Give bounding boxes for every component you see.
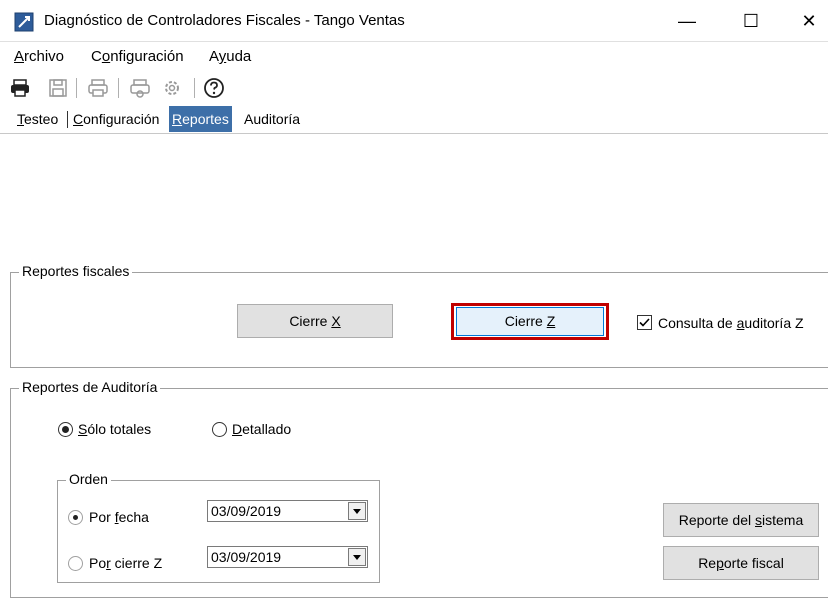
- por-cierre-date-value: 03/09/2019: [211, 549, 282, 565]
- por-fecha-label: Por fecha: [89, 509, 149, 525]
- tab-configuracion[interactable]: Configuración: [70, 106, 162, 132]
- printer-icon[interactable]: [8, 76, 32, 100]
- close-button[interactable]: ✕: [786, 4, 828, 38]
- radio-selected-dot: [73, 515, 78, 520]
- window-title: Diagnóstico de Controladores Fiscales - …: [44, 12, 405, 29]
- dropdown-button[interactable]: [348, 502, 366, 520]
- print-icon[interactable]: [86, 76, 110, 100]
- por-cierre-radio[interactable]: [68, 556, 83, 571]
- por-cierre-label: Por cierre Z: [89, 555, 163, 571]
- detallado-label: Detallado: [232, 421, 292, 437]
- checkmark-icon: [639, 318, 650, 327]
- toolbar-separator: [118, 78, 119, 98]
- chevron-down-icon: [353, 509, 361, 514]
- tab-testeo[interactable]: Testeo: [14, 106, 61, 132]
- consulta-auditoria-label: Consulta de auditoría Z: [658, 315, 804, 331]
- toolbar: [0, 72, 828, 104]
- radio-selected-dot: [62, 426, 69, 433]
- save-icon[interactable]: [46, 76, 70, 100]
- maximize-button[interactable]: ☐: [728, 4, 774, 38]
- detallado-radio[interactable]: [212, 422, 227, 437]
- por-fecha-radio[interactable]: [68, 510, 83, 525]
- tab-auditoria[interactable]: Auditoría: [241, 106, 303, 132]
- por-fecha-date-value: 03/09/2019: [211, 503, 282, 519]
- toolbar-separator: [76, 78, 77, 98]
- menu-bar: Archivo Configuración Ayuda: [0, 44, 828, 70]
- reportes-auditoria-legend: Reportes de Auditoría: [19, 379, 161, 395]
- title-bar: Diagnóstico de Controladores Fiscales - …: [0, 0, 828, 42]
- minimize-button[interactable]: —: [664, 4, 710, 38]
- app-icon: [14, 12, 34, 32]
- toolbar-separator: [194, 78, 195, 98]
- tab-content-border: [0, 133, 828, 134]
- consulta-auditoria-checkbox[interactable]: [637, 315, 652, 330]
- por-cierre-date-select[interactable]: 03/09/2019: [207, 546, 368, 568]
- por-fecha-date-select[interactable]: 03/09/2019: [207, 500, 368, 522]
- menu-configuracion[interactable]: Configuración: [91, 48, 184, 65]
- solo-totales-radio[interactable]: [58, 422, 73, 437]
- reporte-fiscal-button[interactable]: Reporte fiscal: [663, 546, 819, 580]
- cierre-x-button[interactable]: Cierre X: [237, 304, 393, 338]
- chevron-down-icon: [353, 555, 361, 560]
- reportes-fiscales-legend: Reportes fiscales: [19, 263, 133, 279]
- print-setup-icon[interactable]: [128, 76, 152, 100]
- menu-ayuda[interactable]: Ayuda: [209, 48, 251, 65]
- menu-archivo[interactable]: Archivo: [14, 48, 64, 65]
- dropdown-button[interactable]: [348, 548, 366, 566]
- reporte-sistema-button[interactable]: Reporte del sistema: [663, 503, 819, 537]
- gear-icon[interactable]: [160, 76, 184, 100]
- tab-reportes[interactable]: Reportes: [169, 106, 232, 132]
- cierre-z-button[interactable]: Cierre Z: [456, 307, 604, 336]
- help-icon[interactable]: [202, 76, 226, 100]
- tab-separator: [67, 111, 68, 128]
- orden-legend: Orden: [66, 471, 111, 487]
- solo-totales-label: Sólo totales: [78, 421, 152, 437]
